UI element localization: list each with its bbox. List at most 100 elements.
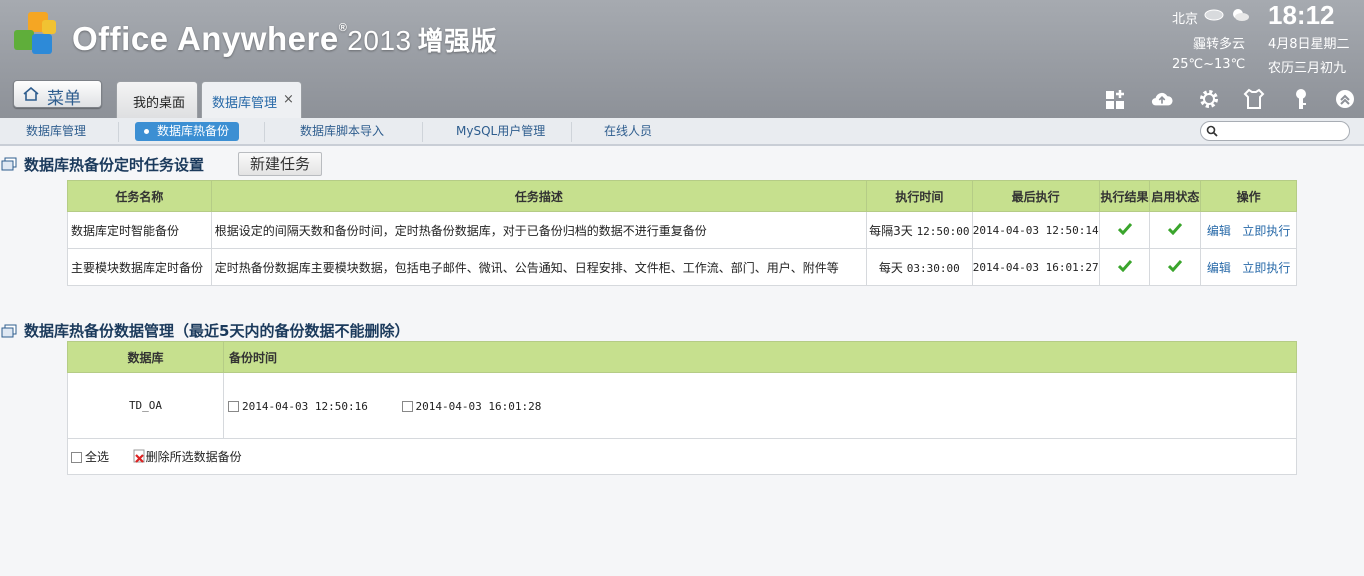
backup-actions: 全选 删除所选数据备份 (67, 438, 1297, 475)
col-backup-time: 备份时间 (223, 341, 1297, 373)
subnav-mysql-users[interactable]: MySQL用户管理 (456, 122, 545, 141)
tasks-table-header: 任务名称 任务描述 执行时间 最后执行 执行结果 启用状态 操作 (67, 180, 1297, 212)
partly-cloudy-icon (1233, 9, 1249, 21)
top-header: Office Anywhere®2013 增强版 北京 18:12 霾转多云 4月… (0, 0, 1364, 118)
backup-time: 2014-04-03 16:01:28 (415, 399, 542, 413)
app-title-text: Office Anywhere (72, 20, 339, 57)
table-row: 主要模块数据库定时备份 定时热备份数据库主要模块数据，包括电子邮件、微讯、公告通… (67, 248, 1297, 286)
tab-label: 数据库管理 (212, 96, 278, 111)
tasks-section-title: 数据库热备份定时任务设置 (24, 156, 205, 174)
col-enabled: 启用状态 (1149, 180, 1202, 212)
delete-icon (133, 449, 145, 463)
subnav-online-users[interactable]: 在线人员 (604, 122, 652, 141)
new-task-button[interactable]: 新建任务 (238, 152, 322, 176)
menu-label: 菜单 (47, 89, 81, 109)
subnav-hot-backup[interactable]: 数据库热备份 (135, 122, 240, 141)
office-logo-icon (12, 12, 68, 64)
check-icon (1168, 259, 1183, 272)
registered-mark: ® (338, 22, 348, 34)
exec-interval: 每天 (878, 260, 903, 275)
tasks-table: 任务名称 任务描述 执行时间 最后执行 执行结果 启用状态 操作 数据库定时智能… (67, 180, 1297, 286)
sub-navigation: 数据库管理 数据库热备份 数据库脚本导入 MySQL用户管理 在线人员 (0, 118, 1364, 146)
lunar-date: 农历三月初九 (1268, 61, 1347, 76)
task-actions: 编辑 立即执行 (1200, 248, 1297, 286)
task-enabled (1149, 211, 1202, 249)
table-row: 数据库定时智能备份 根据设定的间隔天数和备份时间，定时热备份数据库，对于已备份归… (67, 211, 1297, 249)
app-year: 2013 (347, 25, 412, 56)
col-database: 数据库 (67, 341, 224, 373)
table-row: 全选 删除所选数据备份 (67, 438, 1297, 475)
subnav-divider (118, 122, 119, 142)
col-exec-result: 执行结果 (1098, 180, 1151, 212)
weather-city: 北京 (1172, 12, 1199, 27)
task-exec-time: 每隔3天 12:50:00 (865, 211, 973, 249)
grid-add-icon[interactable] (1105, 88, 1127, 110)
table-section-icon (1, 157, 17, 171)
task-exec-time: 每天 03:30:00 (865, 248, 973, 286)
col-actions: 操作 (1200, 180, 1297, 212)
backup-checkbox[interactable] (401, 400, 413, 412)
check-icon (1117, 222, 1132, 235)
backup-time: 2014-04-03 12:50:16 (242, 399, 368, 413)
key-icon[interactable] (1290, 88, 1312, 110)
table-section-icon (1, 324, 17, 338)
app-title: Office Anywhere®2013 增强版 (72, 20, 497, 58)
clock-time: 18:12 (1268, 0, 1335, 30)
subnav-divider (422, 122, 423, 142)
exec-clock: 12:50:00 (916, 224, 970, 238)
close-icon[interactable]: × (283, 92, 294, 107)
col-last-run: 最后执行 (971, 180, 1100, 212)
backup-checkbox[interactable] (228, 400, 239, 412)
weather-desc: 霾转多云 (1193, 37, 1246, 52)
check-icon (1168, 222, 1183, 235)
temperature: 25℃~13℃ (1172, 57, 1246, 72)
task-desc: 根据设定的间隔天数和备份时间，定时热备份数据库，对于已备份归档的数据不进行重复备… (210, 211, 867, 249)
select-all-checkbox[interactable] (71, 452, 82, 463)
subnav-database-management[interactable]: 数据库管理 (26, 122, 86, 141)
current-date: 4月8日星期二 (1268, 37, 1350, 52)
edit-link[interactable]: 编辑 (1207, 261, 1231, 275)
shirt-icon[interactable] (1243, 88, 1265, 110)
task-last-run: 2014-04-03 16:01:27 (971, 248, 1100, 286)
subnav-divider (571, 122, 572, 142)
search-icon (1206, 125, 1218, 137)
col-exec-time: 执行时间 (865, 180, 973, 212)
backup-times: 2014-04-03 12:50:16 2014-04-03 16:01:28 (223, 372, 1297, 439)
subnav-divider (264, 122, 265, 142)
menu-button[interactable]: 菜单 (13, 80, 102, 109)
delete-backups-label: 删除所选数据备份 (145, 450, 242, 464)
task-last-run: 2014-04-03 12:50:14 (971, 211, 1100, 249)
gear-icon[interactable] (1198, 88, 1220, 110)
run-now-link[interactable]: 立即执行 (1242, 261, 1290, 275)
home-icon (23, 87, 39, 101)
fog-icon (1204, 9, 1224, 21)
backups-table: 数据库 备份时间 TD_OA 2014-04-03 12:50:16 2014-… (67, 341, 1297, 475)
select-all-label[interactable]: 全选 (85, 450, 109, 464)
search-input[interactable] (1200, 121, 1350, 141)
tab-label: 我的桌面 (133, 96, 186, 111)
task-result (1098, 248, 1151, 286)
exec-interval: 每隔3天 (869, 223, 913, 238)
edit-link[interactable]: 编辑 (1207, 224, 1231, 238)
tab-my-desktop[interactable]: 我的桌面 (116, 81, 198, 118)
backups-table-header: 数据库 备份时间 (67, 341, 1297, 373)
task-desc: 定时热备份数据库主要模块数据，包括电子邮件、微讯、公告通知、日程安排、文件柜、工… (210, 248, 867, 286)
collapse-icon[interactable] (1334, 88, 1356, 110)
exec-clock: 03:30:00 (906, 261, 960, 275)
table-row: TD_OA 2014-04-03 12:50:16 2014-04-03 16:… (67, 372, 1297, 439)
cloud-icon[interactable] (1151, 88, 1173, 110)
tab-database-management[interactable]: 数据库管理 × (201, 81, 302, 118)
task-name: 主要模块数据库定时备份 (67, 248, 212, 286)
task-name: 数据库定时智能备份 (67, 211, 212, 249)
col-task-name: 任务名称 (67, 180, 212, 212)
task-enabled (1149, 248, 1202, 286)
task-actions: 编辑 立即执行 (1200, 211, 1297, 249)
run-now-link[interactable]: 立即执行 (1242, 224, 1290, 238)
backups-section-title: 数据库热备份数据管理（最近5天内的备份数据不能删除） (24, 322, 410, 340)
task-result (1098, 211, 1151, 249)
col-task-desc: 任务描述 (210, 180, 867, 212)
delete-backups-button[interactable]: 删除所选数据备份 (133, 449, 242, 464)
subnav-script-import[interactable]: 数据库脚本导入 (300, 122, 384, 141)
backup-database: TD_OA (67, 372, 224, 439)
check-icon (1117, 259, 1132, 272)
